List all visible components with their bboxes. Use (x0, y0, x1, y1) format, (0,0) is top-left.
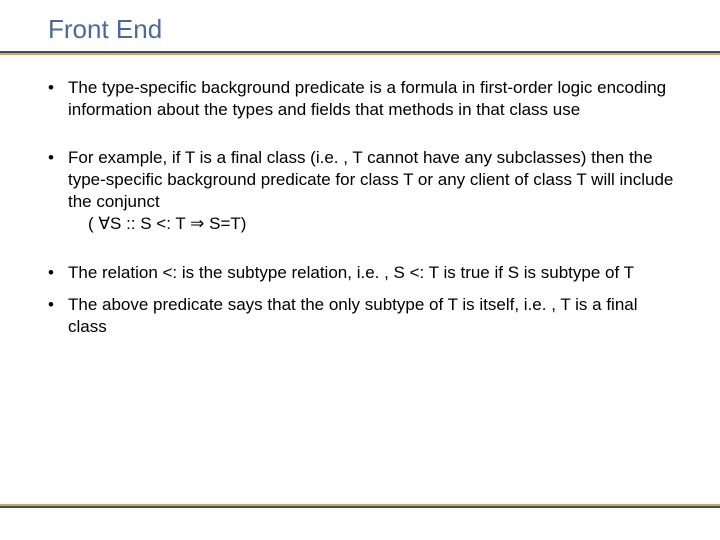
bullet-item: The relation <: is the subtype relation,… (40, 262, 680, 284)
bullet-text: The relation <: is the subtype relation,… (68, 263, 634, 282)
slide-title: Front End (48, 14, 720, 45)
slide: Front End The type-specific background p… (0, 0, 720, 540)
title-area: Front End (0, 0, 720, 45)
bullet-list: The type-specific background predicate i… (40, 77, 680, 338)
content-area: The type-specific background predicate i… (0, 55, 720, 338)
formula-text: ( ∀S :: S <: T ⇒ S=T) (68, 214, 246, 233)
bullet-item: The type-specific background predicate i… (40, 77, 680, 121)
bullet-text: The type-specific background predicate i… (68, 78, 666, 119)
bullet-item: The above predicate says that the only s… (40, 294, 680, 338)
bullet-text: For example, if T is a final class (i.e.… (68, 148, 673, 211)
bullet-item: For example, if T is a final class (i.e.… (40, 147, 680, 235)
footer-line-dark (0, 506, 720, 508)
bullet-text: The above predicate says that the only s… (68, 295, 638, 336)
